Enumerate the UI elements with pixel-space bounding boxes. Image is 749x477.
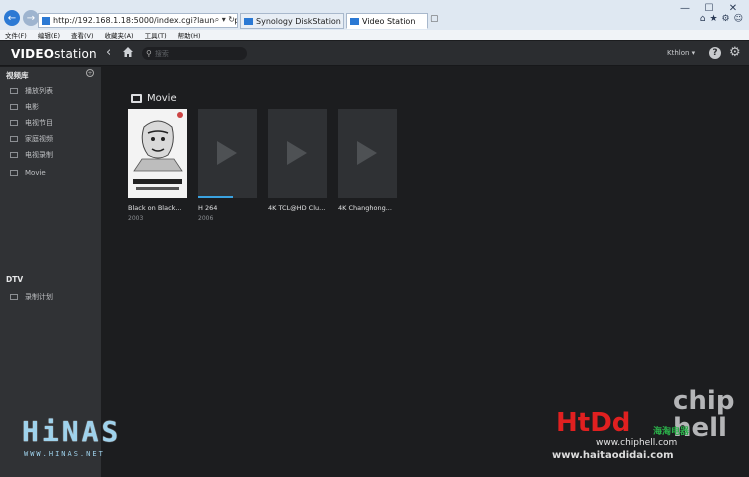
search-placeholder: 搜索	[154, 49, 169, 58]
library-header: 视频库	[6, 71, 29, 80]
synology-icon	[244, 17, 253, 25]
sidebar-item-label: 电视录制	[25, 151, 53, 159]
browser-toolbar-icons: ⌂ ★ ⚙ ☺	[700, 14, 743, 24]
help-icon[interactable]: ?	[709, 47, 721, 59]
play-icon	[217, 141, 237, 165]
sidebar-item-playlist[interactable]: 播放列表	[10, 86, 53, 96]
address-bar[interactable]: http://192.168.1.18:5000/index.cgi?launc…	[38, 13, 238, 28]
sidebar-item-label: 家庭视频	[25, 135, 53, 143]
address-text: http://192.168.1.18:5000/index.cgi?launc…	[53, 16, 237, 25]
add-library-icon[interactable]: +	[86, 69, 94, 77]
sidebar-item-movie-library[interactable]: Movie	[10, 169, 46, 177]
tab-diskstation[interactable]: Synology DiskStation - Kthl...	[240, 13, 344, 29]
recording-icon	[10, 152, 18, 158]
video-year: 2003	[128, 215, 144, 222]
htdd-watermark-url: www.haitaodidai.com	[552, 450, 674, 461]
browser-chrome: — ☐ ✕ ← → http://192.168.1.18:5000/index…	[0, 0, 749, 40]
menu-help[interactable]: 帮助(H)	[178, 30, 201, 40]
sidebar-item-label: 播放列表	[25, 87, 53, 95]
sidebar-item-tv-recordings[interactable]: 电视录制	[10, 150, 53, 160]
sidebar-item-label: 电影	[25, 103, 39, 111]
menu-tools[interactable]: 工具(T)	[145, 30, 167, 40]
poster-art	[128, 109, 187, 198]
camera-icon	[10, 136, 18, 142]
menu-view[interactable]: 查看(V)	[71, 30, 94, 40]
menu-bar: 文件(F) 编辑(E) 查看(V) 收藏夹(A) 工具(T) 帮助(H)	[0, 30, 749, 40]
settings-gear-icon[interactable]: ⚙	[729, 45, 741, 60]
video-title[interactable]: 4K TCL@HD Clu...	[268, 204, 327, 212]
minimize-icon[interactable]: —	[673, 1, 697, 15]
poster-placeholder[interactable]	[268, 109, 327, 198]
chiphell-watermark-url: www.chiphell.com	[596, 438, 678, 448]
tab-label: Synology DiskStation - Kthl...	[256, 16, 343, 26]
play-icon	[287, 141, 307, 165]
menu-favorites[interactable]: 收藏夹(A)	[105, 30, 134, 40]
sidebar-item-label: Movie	[25, 169, 46, 177]
video-title[interactable]: 4K Changhong...	[338, 204, 397, 212]
menu-edit[interactable]: 编辑(E)	[38, 30, 60, 40]
sidebar-item-label: 录制计划	[25, 293, 53, 301]
folder-icon	[10, 170, 18, 176]
sidebar-item-tv-shows[interactable]: 电视节目	[10, 118, 53, 128]
poster-placeholder[interactable]	[338, 109, 397, 198]
playlist-icon	[10, 88, 18, 94]
sidebar-item-record-schedule[interactable]: 录制计划	[10, 292, 53, 302]
poster-placeholder[interactable]	[198, 109, 257, 198]
play-icon	[357, 141, 377, 165]
watch-progress-bar	[198, 196, 234, 198]
hinas-watermark-url: WWW.HINAS.NET	[24, 450, 105, 458]
back-button[interactable]: ←	[4, 10, 20, 26]
smiley-icon[interactable]: ☺	[734, 14, 743, 24]
main-content: Movie Black on Black... 2003 H 264 2006 …	[101, 67, 749, 477]
back-chevron-icon[interactable]: ‹	[106, 45, 111, 60]
window-controls: — ☐ ✕	[673, 1, 745, 15]
search-icon: ⚲	[146, 49, 152, 58]
htdd-watermark-cn: 海淘电器	[653, 427, 690, 437]
movie-icon	[10, 104, 18, 110]
sidebar-item-movies[interactable]: 电影	[10, 102, 39, 112]
site-icon	[42, 16, 50, 25]
star-icon[interactable]: ★	[709, 14, 717, 24]
sidebar-item-label: 电视节目	[25, 119, 53, 127]
library-title-text: Movie	[147, 93, 177, 104]
user-menu[interactable]: Kthlon ▾	[667, 49, 695, 57]
library-title: Movie	[131, 93, 177, 104]
tab-video-station[interactable]: Video Station	[346, 13, 428, 29]
app-header: VIDEOstation ‹ ⚲ 搜索 Kthlon ▾ ? ⚙	[0, 41, 749, 66]
video-card[interactable]: 4K Changhong...	[338, 109, 397, 212]
refresh-icon[interactable]: ⌕ ▾ ↻	[214, 15, 235, 25]
dtv-header: DTV	[6, 275, 24, 284]
gear-icon[interactable]: ⚙	[722, 14, 730, 24]
video-year: 2006	[198, 215, 214, 222]
close-icon[interactable]: ✕	[721, 1, 745, 15]
video-station-logo: VIDEOstation	[11, 47, 97, 61]
synology-icon	[350, 17, 359, 25]
menu-file[interactable]: 文件(F)	[5, 30, 27, 40]
hinas-watermark: HiNAS	[22, 415, 122, 448]
poster-image[interactable]	[128, 109, 187, 198]
video-title[interactable]: Black on Black...	[128, 204, 187, 212]
video-card[interactable]: H 264 2006	[198, 109, 257, 222]
video-card[interactable]: 4K TCL@HD Clu...	[268, 109, 327, 212]
maximize-icon[interactable]: ☐	[697, 1, 721, 15]
new-tab-icon[interactable]: ▢	[430, 14, 444, 27]
home-icon[interactable]	[122, 46, 134, 58]
video-card[interactable]: Black on Black... 2003	[128, 109, 187, 222]
home-icon[interactable]: ⌂	[700, 14, 706, 24]
tab-label: Video Station	[362, 16, 416, 26]
forward-button[interactable]: →	[23, 10, 39, 26]
sidebar-item-home-videos[interactable]: 家庭视频	[10, 134, 53, 144]
video-title[interactable]: H 264	[198, 204, 257, 212]
htdd-watermark: HtDd	[556, 408, 631, 438]
tv-icon	[10, 120, 18, 126]
schedule-icon	[10, 294, 18, 300]
library-icon	[131, 94, 142, 103]
search-input[interactable]: ⚲ 搜索	[142, 47, 247, 60]
